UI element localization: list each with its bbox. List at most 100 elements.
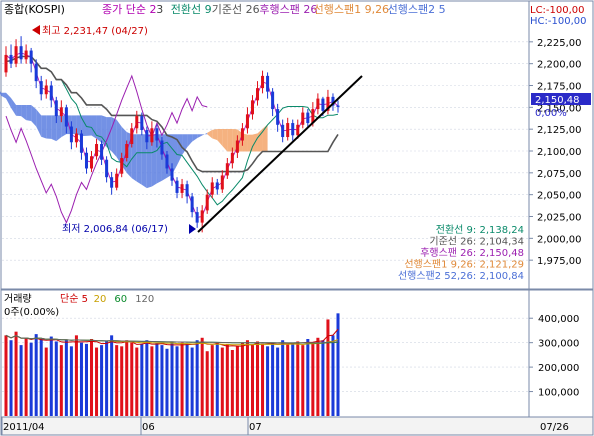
volume-bar [230, 350, 234, 416]
volume-bar [286, 343, 290, 416]
candle-body [230, 152, 234, 164]
volume-label: 거래량 [4, 293, 32, 305]
volume-bar [19, 345, 23, 416]
volume-legend-entry: 단순 5 [60, 293, 88, 305]
cloud-segment [46, 115, 52, 139]
chart-title: 종합(KOSPI) [4, 3, 65, 16]
current-price-value: 2,150,48 [535, 95, 580, 106]
candle-body [291, 123, 295, 136]
date-tick-label: 06 [142, 422, 155, 433]
price-tick-label: 1,975,00 [537, 256, 582, 267]
volume-bar [291, 342, 295, 416]
candle-body [115, 173, 119, 188]
candle-body [190, 196, 194, 213]
candle-body [155, 128, 159, 141]
price-tick-label: 2,225,00 [537, 38, 582, 49]
candle-body [19, 46, 23, 60]
cloud-segment [136, 134, 142, 185]
candle-body [49, 85, 53, 101]
candle-body [286, 123, 290, 138]
volume-legend-entry: 60 [114, 294, 127, 305]
candle-body [276, 109, 280, 125]
volume-bar [150, 346, 154, 416]
candle-body [145, 130, 149, 143]
candle-body [9, 54, 13, 64]
legend-entry: 3 [156, 3, 163, 16]
candle-body [90, 156, 94, 169]
volume-bar [95, 347, 99, 416]
volume-bar [306, 339, 310, 416]
candle-body [301, 112, 305, 125]
cloud-segment [212, 128, 218, 141]
candle-body [100, 144, 104, 160]
candle-body [256, 88, 260, 101]
candle-body [125, 144, 129, 158]
cloud-segment [76, 115, 82, 137]
volume-bar [59, 345, 63, 416]
candle-body [200, 210, 204, 223]
volume-bar [200, 337, 204, 416]
indicator-value: 후행스팬 26: 2,150,48 [420, 247, 524, 259]
cloud-segment [146, 134, 152, 189]
volume-bar [120, 346, 124, 416]
volume-bar [49, 336, 53, 416]
cloud-segment [26, 104, 32, 121]
volume-bar [140, 343, 144, 416]
cloud-segment [51, 115, 57, 142]
date-axis-frame [0, 416, 594, 436]
volume-bar [271, 342, 275, 416]
candle-body [150, 128, 154, 143]
volume-bar [69, 346, 73, 416]
candle-body [321, 98, 325, 111]
lc-label: LC:-100,00 [530, 5, 585, 16]
cloud-segment [91, 115, 97, 139]
candle-body [240, 128, 244, 141]
candle-body [74, 133, 78, 143]
volume-bar [245, 340, 249, 416]
candle-body [54, 100, 58, 117]
price-tick-label: 2,100,00 [537, 147, 582, 158]
volume-bar [14, 331, 18, 416]
candle-body [39, 81, 43, 95]
candle-body [110, 177, 114, 188]
candle-body [69, 126, 73, 143]
candle-body [24, 50, 28, 60]
volume-bar [105, 341, 109, 416]
candle-body [95, 144, 99, 157]
legend-entry: 종가 단순 2 [102, 3, 156, 16]
volume-bar [54, 341, 58, 416]
candle-body [105, 159, 109, 178]
candle-body [79, 133, 83, 153]
hc-label: HC:-100,00 [530, 16, 586, 27]
volume-bar [39, 339, 43, 416]
candle-body [220, 175, 224, 190]
candle-body [235, 140, 239, 153]
candle-body [130, 128, 134, 145]
volume-bar [160, 345, 164, 416]
current-pct: 0,00% [535, 108, 567, 119]
candle-body [160, 140, 164, 155]
candle-body [140, 116, 144, 131]
volume-bar [90, 339, 94, 416]
candle-body [44, 85, 48, 95]
price-tick-label: 2,025,00 [537, 213, 582, 224]
volume-bar [34, 334, 38, 416]
cloud-segment [16, 104, 22, 117]
price-tick-label: 2,000,00 [537, 234, 582, 245]
volume-bar [110, 335, 114, 416]
volume-bar [185, 343, 189, 416]
price-tick-label: 2,075,00 [537, 169, 582, 180]
volume-bar [331, 335, 335, 416]
volume-bar [79, 342, 83, 416]
volume-bar [225, 343, 229, 416]
volume-bar [215, 342, 219, 416]
legend-entry: 후행스팬 26 [259, 3, 317, 16]
cloud-segment [41, 115, 47, 139]
candle-body [59, 107, 63, 117]
volume-bar [301, 345, 305, 416]
candle-body [29, 50, 33, 64]
volume-bar [4, 335, 8, 416]
candle-body [175, 180, 179, 193]
candle-body [306, 112, 310, 124]
volume-bar [235, 346, 239, 416]
